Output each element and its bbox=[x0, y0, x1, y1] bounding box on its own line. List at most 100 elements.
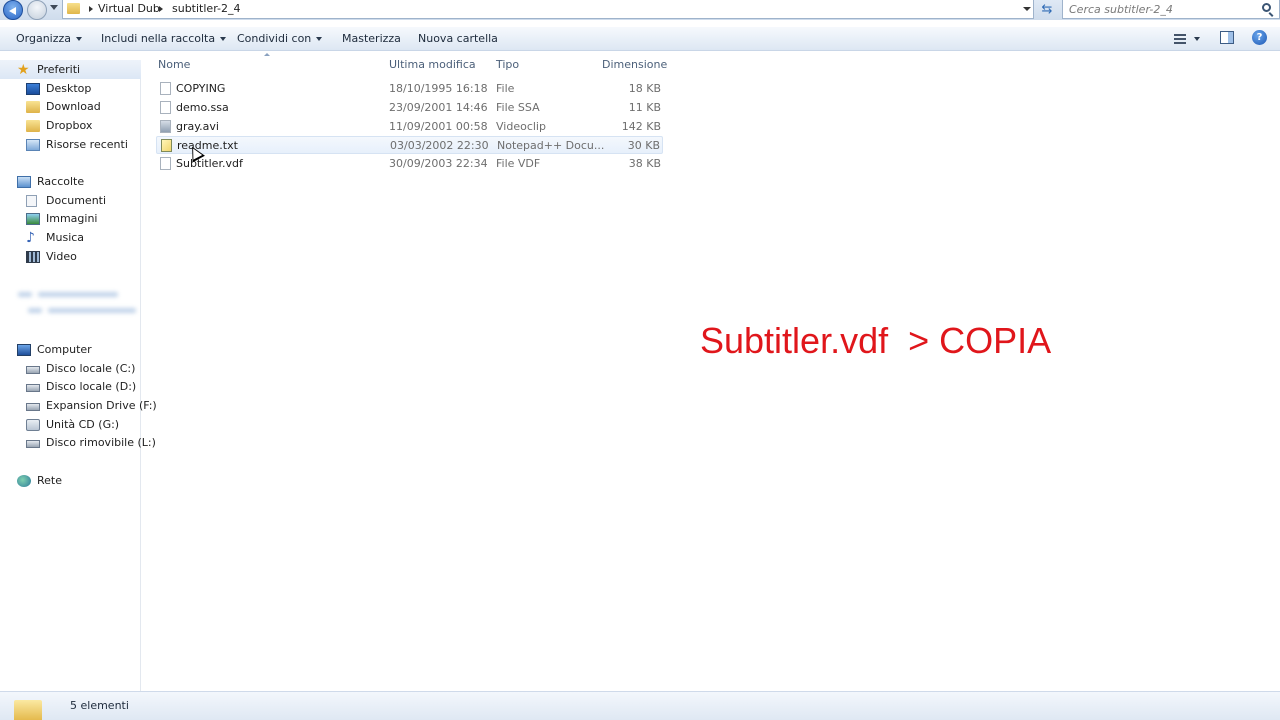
search-box[interactable] bbox=[1062, 0, 1280, 19]
sort-arrow-icon bbox=[264, 53, 270, 56]
breadcrumb-subtitler[interactable]: subtitler-2_4 bbox=[172, 2, 240, 15]
file-modified: 18/10/1995 16:18 bbox=[389, 82, 488, 95]
navigation-pane bbox=[0, 60, 141, 691]
column-header-size[interactable]: Dimensione bbox=[602, 58, 667, 71]
hard-drive-icon bbox=[26, 384, 40, 392]
refresh-icon[interactable]: ⇆ bbox=[1038, 1, 1056, 19]
file-type: File VDF bbox=[496, 157, 541, 170]
file-row[interactable]: demo.ssa 23/09/2001 14:46 File SSA 11 KB bbox=[156, 99, 663, 117]
recent-places-icon bbox=[26, 139, 40, 151]
nav-libraries-label: Raccolte bbox=[37, 175, 85, 188]
notepad-file-icon bbox=[161, 139, 172, 152]
include-library-label: Includi nella raccolta bbox=[101, 32, 216, 45]
nav-music-label: Musica bbox=[46, 231, 85, 244]
generic-file-icon bbox=[160, 101, 171, 114]
file-row[interactable]: Subtitler.vdf 30/09/2003 22:34 File VDF … bbox=[156, 155, 663, 173]
file-type: File bbox=[496, 82, 515, 95]
nav-drive-f-label: Expansion Drive (F:) bbox=[46, 399, 157, 412]
nav-recent-label: Risorse recenti bbox=[46, 138, 128, 151]
nav-download-label: Download bbox=[46, 100, 101, 113]
column-header-type[interactable]: Tipo bbox=[496, 58, 519, 71]
search-input[interactable] bbox=[1069, 2, 1259, 16]
removable-drive-icon bbox=[26, 440, 40, 448]
pictures-icon bbox=[26, 213, 40, 225]
file-type: File SSA bbox=[496, 101, 540, 114]
burn-button[interactable]: Masterizza bbox=[342, 32, 401, 45]
preview-pane-icon[interactable] bbox=[1220, 31, 1234, 44]
chevron-down-icon bbox=[1194, 37, 1200, 41]
music-note-icon: ♪ bbox=[26, 230, 35, 246]
generic-file-icon bbox=[160, 82, 171, 95]
file-modified: 30/09/2003 22:34 bbox=[389, 157, 488, 170]
file-row[interactable]: readme.txt 03/03/2002 22:30 Notepad++ Do… bbox=[156, 136, 663, 154]
file-type: Videoclip bbox=[496, 120, 546, 133]
forward-button[interactable] bbox=[27, 0, 47, 20]
nav-drive-l-label: Disco rimovibile (L:) bbox=[46, 436, 156, 449]
address-dropdown-chevron-icon[interactable] bbox=[1023, 7, 1031, 11]
chevron-right-icon[interactable] bbox=[159, 6, 163, 12]
nav-dropbox-label: Dropbox bbox=[46, 119, 93, 132]
network-icon bbox=[17, 475, 31, 487]
libraries-icon bbox=[17, 176, 31, 188]
search-icon[interactable] bbox=[1262, 3, 1271, 12]
nav-pictures-label: Immagini bbox=[46, 212, 98, 225]
file-name: COPYING bbox=[176, 82, 226, 95]
chevron-down-icon bbox=[316, 37, 323, 41]
file-name: demo.ssa bbox=[176, 101, 229, 114]
file-size: 18 KB bbox=[628, 82, 661, 95]
folder-icon bbox=[67, 3, 80, 14]
address-field[interactable]: Virtual Dub subtitler-2_4 bbox=[62, 0, 1034, 19]
share-with-label: Condividi con bbox=[237, 32, 312, 45]
dropbox-folder-icon bbox=[26, 120, 40, 132]
organize-label: Organizza bbox=[16, 32, 72, 45]
generic-file-icon bbox=[160, 157, 171, 170]
desktop-icon bbox=[26, 83, 40, 95]
address-bar: Virtual Dub subtitler-2_4 ⇆ bbox=[0, 0, 1280, 20]
star-icon: ★ bbox=[17, 62, 30, 78]
chevron-right-icon[interactable] bbox=[89, 6, 93, 12]
nav-favorites-label: Preferiti bbox=[37, 63, 81, 76]
computer-icon bbox=[17, 344, 31, 356]
file-row[interactable]: COPYING 18/10/1995 16:18 File 18 KB bbox=[156, 80, 663, 98]
nav-drive-d-label: Disco locale (D:) bbox=[46, 380, 137, 393]
chevron-down-icon bbox=[76, 37, 83, 41]
back-button[interactable] bbox=[3, 0, 23, 20]
column-header-name[interactable]: Nome bbox=[158, 58, 190, 71]
folder-icon bbox=[14, 700, 42, 720]
nav-computer-label: Computer bbox=[37, 343, 92, 356]
change-view-button[interactable] bbox=[1170, 31, 1204, 47]
file-modified: 23/09/2001 14:46 bbox=[389, 101, 488, 114]
blurred-nav-group bbox=[18, 290, 140, 320]
file-size: 142 KB bbox=[621, 120, 661, 133]
download-folder-icon bbox=[26, 101, 40, 113]
view-details-icon bbox=[1174, 34, 1186, 44]
file-modified: 03/03/2002 22:30 bbox=[390, 139, 489, 152]
recent-pages-chevron-down-icon[interactable] bbox=[50, 5, 58, 10]
include-library-button[interactable]: Includi nella raccolta bbox=[101, 32, 227, 45]
file-modified: 11/09/2001 00:58 bbox=[389, 120, 488, 133]
file-size: 11 KB bbox=[628, 101, 661, 114]
nav-network-label: Rete bbox=[37, 474, 62, 487]
file-name: gray.avi bbox=[176, 120, 219, 133]
file-name: Subtitler.vdf bbox=[176, 157, 243, 170]
nav-drive-g-label: Unità CD (G:) bbox=[46, 418, 120, 431]
column-header-modified[interactable]: Ultima modifica bbox=[389, 58, 476, 71]
documents-icon bbox=[26, 195, 37, 207]
share-with-button[interactable]: Condividi con bbox=[237, 32, 323, 45]
item-count: 5 elementi bbox=[70, 699, 129, 712]
nav-drive-c-label: Disco locale (C:) bbox=[46, 362, 136, 375]
organize-button[interactable]: Organizza bbox=[16, 32, 83, 45]
external-drive-icon bbox=[26, 403, 40, 411]
video-file-icon bbox=[160, 120, 171, 133]
cd-drive-icon bbox=[26, 419, 40, 431]
nav-desktop-label: Desktop bbox=[46, 82, 92, 95]
help-icon[interactable]: ? bbox=[1252, 30, 1267, 45]
nav-documents-label: Documenti bbox=[46, 194, 107, 207]
file-size: 38 KB bbox=[628, 157, 661, 170]
new-folder-button[interactable]: Nuova cartella bbox=[418, 32, 498, 45]
overlay-caption: Subtitler.vdf > COPIA bbox=[700, 320, 1052, 361]
breadcrumb-virtual-dub[interactable]: Virtual Dub bbox=[98, 2, 160, 15]
nav-video-label: Video bbox=[46, 250, 77, 263]
file-row[interactable]: gray.avi 11/09/2001 00:58 Videoclip 142 … bbox=[156, 118, 663, 136]
file-size: 30 KB bbox=[627, 139, 660, 152]
